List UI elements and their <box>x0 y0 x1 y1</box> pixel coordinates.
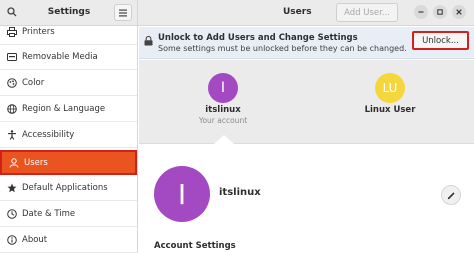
removable-media-icon <box>0 52 22 62</box>
sidebar-item-color[interactable]: Color <box>0 71 137 96</box>
close-button[interactable] <box>452 5 466 19</box>
sidebar-item-label: Region & Language <box>22 104 106 114</box>
users-carousel: I itslinux Your account LU Linux User <box>139 60 474 144</box>
sidebar: Printers Removable Media Color Region & … <box>0 26 138 253</box>
sidebar-item-label: Printers <box>22 27 55 37</box>
add-user-button[interactable]: Add User... <box>336 3 398 22</box>
user-detail-panel: I itslinux Account Settings <box>139 145 474 253</box>
globe-icon <box>0 104 22 114</box>
avatar: LU <box>375 73 405 103</box>
selection-pointer <box>214 135 234 144</box>
minimize-button[interactable] <box>414 5 428 19</box>
star-icon <box>0 183 22 193</box>
info-icon <box>0 235 22 245</box>
sidebar-item-label: Users <box>24 157 48 168</box>
minimize-icon <box>418 11 424 13</box>
user-icon <box>2 157 24 168</box>
account-settings-heading: Account Settings <box>154 241 236 251</box>
unlock-infobar: Unlock to Add Users and Change Settings … <box>139 27 474 59</box>
sidebar-item-default-applications[interactable]: Default Applications <box>0 176 137 201</box>
sidebar-item-label: Date & Time <box>22 209 76 219</box>
sidebar-item-date-time[interactable]: Date & Time <box>0 202 137 227</box>
sidebar-item-label: Color <box>22 78 45 88</box>
sidebar-item-users[interactable]: Users <box>0 150 137 175</box>
printer-icon <box>0 27 22 37</box>
sidebar-item-label: Accessibility <box>22 130 75 140</box>
user-name: Linux User <box>364 105 416 115</box>
unlock-button[interactable]: Unlock... <box>412 31 469 50</box>
close-icon <box>456 9 462 15</box>
detail-user-name: itslinux <box>219 187 261 198</box>
sidebar-item-label: Default Applications <box>22 183 108 193</box>
sidebar-item-printers[interactable]: Printers <box>0 20 137 45</box>
hamburger-icon <box>119 9 127 16</box>
lock-icon <box>144 35 153 49</box>
color-icon <box>0 78 22 88</box>
sidebar-item-label: About <box>22 235 48 245</box>
accessibility-icon <box>0 130 22 140</box>
menu-button[interactable] <box>114 4 132 21</box>
pencil-icon <box>447 191 455 199</box>
sidebar-item-removable-media[interactable]: Removable Media <box>0 45 137 70</box>
page-title: Users <box>283 7 312 17</box>
sidebar-item-about[interactable]: About <box>0 228 137 253</box>
avatar-large[interactable]: I <box>154 166 210 222</box>
edit-name-button[interactable] <box>441 185 461 205</box>
maximize-icon <box>437 9 443 15</box>
clock-icon <box>0 209 22 219</box>
maximize-button[interactable] <box>433 5 447 19</box>
sidebar-item-label: Removable Media <box>22 52 98 62</box>
sidebar-item-accessibility[interactable]: Accessibility <box>0 123 137 148</box>
infobar-title: Unlock to Add Users and Change Settings <box>158 33 358 43</box>
avatar: I <box>208 73 238 103</box>
user-name: itslinux <box>205 105 241 115</box>
infobar-subtitle: Some settings must be unlocked before th… <box>158 44 407 53</box>
sidebar-item-region-language[interactable]: Region & Language <box>0 97 137 122</box>
user-subtitle: Your account <box>198 116 248 125</box>
